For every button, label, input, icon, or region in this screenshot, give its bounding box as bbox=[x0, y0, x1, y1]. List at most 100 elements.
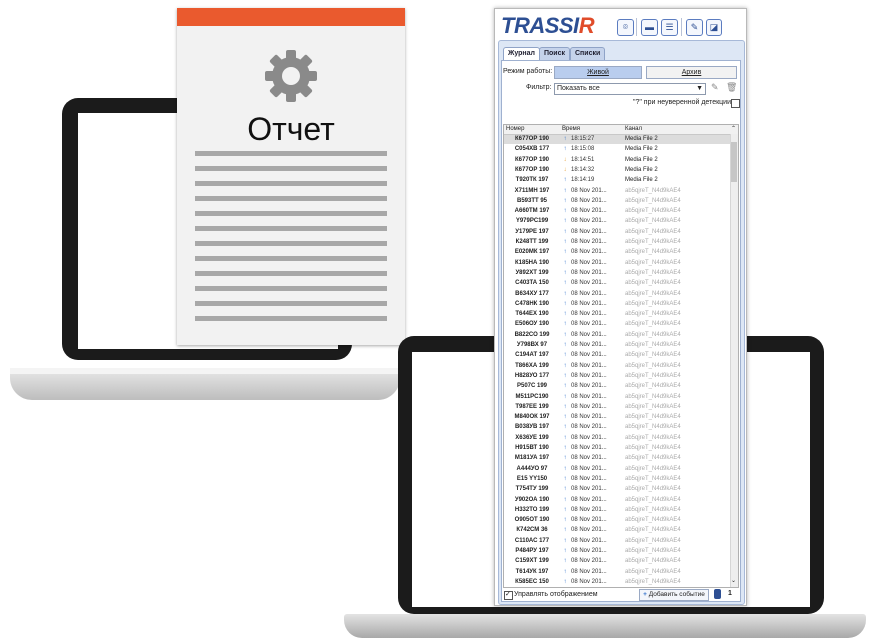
table-row[interactable]: Т920ТК 197 ↑ 18:14:19 Media File 2 bbox=[504, 176, 730, 185]
scroll-down-icon[interactable]: ⌄ bbox=[731, 577, 736, 584]
add-event-button[interactable]: + Добавить событие bbox=[639, 589, 709, 601]
scrollbar[interactable] bbox=[730, 134, 738, 587]
table-row[interactable]: К585ЕС 150 ↑ 08 Nov 201... ab5qjreT_N4d9kAE… bbox=[504, 578, 730, 587]
table-row[interactable]: В593ТТ 95 ↑ 08 Nov 201... ab5qjreT_N4d9kAE4 bbox=[504, 197, 730, 206]
database-icon[interactable] bbox=[714, 589, 721, 599]
scroll-up-icon[interactable]: ⌃ bbox=[731, 125, 736, 134]
table-row[interactable]: У798ВХ 97 ↑ 08 Nov 201... ab5qjreT_N4d9kAE4 bbox=[504, 341, 730, 350]
wand-icon[interactable]: ✎ bbox=[686, 19, 703, 36]
table-row[interactable]: С054ХВ 177 ↑ 18:15:08 Media File 2 bbox=[504, 145, 730, 154]
table-row[interactable]: А444УО 97 ↑ 08 Nov 201... ab5qjreT_N4d9kAE4 bbox=[504, 465, 730, 474]
trash-icon[interactable]: 🗑 bbox=[726, 82, 737, 93]
table-row[interactable]: С194АТ 197 ↑ 08 Nov 201... ab5qjreT_N4d9kAE… bbox=[504, 351, 730, 360]
table-row[interactable]: К742СМ 36 ↑ 08 Nov 201... ab5qjreT_N4d9kAE4 bbox=[504, 526, 730, 535]
list-icon[interactable]: ☰ bbox=[661, 19, 678, 36]
add-event-label: Добавить событие bbox=[648, 591, 705, 598]
table-row[interactable]: О905ОТ 190 ↑ 08 Nov 201... ab5qjreT_N4d9kAE… bbox=[504, 516, 730, 525]
table-row[interactable]: Р484РУ 197 ↑ 08 Nov 201... ab5qjreT_N4d9kAE… bbox=[504, 547, 730, 556]
table-row[interactable]: Y979PC199 ↑ 08 Nov 201... ab5qjreT_N4d9kAE4 bbox=[504, 217, 730, 226]
layout-icon[interactable]: ◪ bbox=[706, 19, 722, 36]
plate-number: Х636УЕ 199 bbox=[515, 434, 549, 441]
tab-journal[interactable]: Журнал bbox=[503, 47, 540, 60]
plate-number: В593ТТ 95 bbox=[516, 197, 547, 204]
table-row[interactable]: У179РЕ 197 ↑ 08 Nov 201... ab5qjreT_N4d9kAE… bbox=[504, 228, 730, 237]
trassir-window: TRASSIR ⌾ ▬ ☰ ✎ ◪ Журнал Поиск Списки Ре… bbox=[494, 8, 747, 606]
manage-display-checkbox[interactable]: ✓ bbox=[504, 591, 513, 600]
arrow-up-icon: ↑ bbox=[563, 311, 567, 318]
table-row[interactable]: Т754ТУ 199 ↑ 08 Nov 201... ab5qjreT_N4d9kAE… bbox=[504, 485, 730, 494]
table-row[interactable]: С159ХТ 199 ↑ 08 Nov 201... ab5qjreT_N4d9kAE… bbox=[504, 557, 730, 566]
arrow-up-icon: ↑ bbox=[563, 578, 567, 585]
plate-number: С054ХВ 177 bbox=[514, 146, 550, 153]
event-time: 08 Nov 201... bbox=[571, 506, 607, 513]
table-row[interactable]: Т866ХА 199 ↑ 08 Nov 201... ab5qjreT_N4d9kAE… bbox=[504, 362, 730, 371]
event-time: 08 Nov 201... bbox=[571, 331, 607, 338]
event-time: 08 Nov 201... bbox=[571, 218, 607, 225]
edit-icon[interactable]: ✎ bbox=[711, 82, 719, 93]
column-time[interactable]: Время bbox=[562, 125, 580, 134]
table-row[interactable]: К677ОР 190 ↓ 18:14:51 Media File 2 bbox=[504, 156, 730, 165]
uncertain-detection-checkbox[interactable] bbox=[731, 99, 740, 108]
arrow-up-icon: ↑ bbox=[563, 486, 567, 493]
table-row[interactable]: С403ТА 150 ↑ 08 Nov 201... ab5qjreT_N4d9kAE… bbox=[504, 279, 730, 288]
table-row[interactable]: Е506ОУ 190 ↑ 08 Nov 201... ab5qjreT_N4d9kAE… bbox=[504, 320, 730, 329]
table-row[interactable]: Н332ТО 199 ↑ 08 Nov 201... ab5qjreT_N4d9kAE… bbox=[504, 506, 730, 515]
table-row[interactable]: М840ОК 197 ↑ 08 Nov 201... ab5qjreT_N4d9kAE… bbox=[504, 413, 730, 422]
table-row[interactable]: В038УВ 197 ↑ 08 Nov 201... ab5qjreT_N4d9kAE… bbox=[504, 423, 730, 432]
event-time: 18:14:32 bbox=[571, 166, 595, 173]
tab-search[interactable]: Поиск bbox=[539, 47, 571, 60]
event-time: 08 Nov 201... bbox=[571, 486, 607, 493]
table-row[interactable]: Т614УК 197 ↑ 08 Nov 201... ab5qjreT_N4d9kAE… bbox=[504, 568, 730, 577]
event-channel: ab5qjreT_N4d9kAE4 bbox=[625, 496, 681, 503]
table-row[interactable]: Х711МН 197 ↑ 08 Nov 201... ab5qjreT_N4d9kAE… bbox=[504, 187, 730, 196]
table-row[interactable]: Р507С 199 ↑ 08 Nov 201... ab5qjreT_N4d9kAE4 bbox=[504, 382, 730, 391]
table-row[interactable]: К185НА 190 ↑ 08 Nov 201... ab5qjreT_N4d9kAE… bbox=[504, 259, 730, 268]
column-number[interactable]: Номер bbox=[506, 125, 524, 134]
event-channel: ab5qjreT_N4d9kAE4 bbox=[625, 259, 681, 266]
arrow-up-icon: ↑ bbox=[563, 403, 567, 410]
table-row[interactable]: Т644ЕХ 190 ↑ 08 Nov 201... ab5qjreT_N4d9kAE… bbox=[504, 310, 730, 319]
table-row[interactable]: Е020МК 197 ↑ 08 Nov 201... ab5qjreT_N4d9kAE… bbox=[504, 248, 730, 257]
arrow-up-icon: ↑ bbox=[563, 434, 567, 441]
table-row[interactable]: Н828УО 177 ↑ 08 Nov 201... ab5qjreT_N4d9kAE… bbox=[504, 372, 730, 381]
table-row[interactable]: E15 YY150 ↑ 08 Nov 201... ab5qjreT_N4d9kAE4 bbox=[504, 475, 730, 484]
filter-select[interactable]: Показать все ▼ bbox=[554, 83, 706, 95]
event-channel: ab5qjreT_N4d9kAE4 bbox=[625, 228, 681, 235]
toolbar-separator bbox=[636, 18, 637, 36]
event-channel: Media File 2 bbox=[625, 166, 658, 173]
table-row[interactable]: Х636УЕ 199 ↑ 08 Nov 201... ab5qjreT_N4d9kAE… bbox=[504, 434, 730, 443]
event-channel: ab5qjreT_N4d9kAE4 bbox=[625, 486, 681, 493]
table-row[interactable]: А660ТМ 197 ↑ 08 Nov 201... ab5qjreT_N4d9kAE… bbox=[504, 207, 730, 216]
event-channel: ab5qjreT_N4d9kAE4 bbox=[625, 403, 681, 410]
table-row[interactable]: У892ХТ 199 ↑ 08 Nov 201... ab5qjreT_N4d9kAE… bbox=[504, 269, 730, 278]
table-row[interactable]: У902ОА 190 ↑ 08 Nov 201... ab5qjreT_N4d9kAE… bbox=[504, 496, 730, 505]
event-time: 08 Nov 201... bbox=[571, 311, 607, 318]
chat-icon[interactable]: ▬ bbox=[641, 19, 658, 36]
table-row[interactable]: В822СО 199 ↑ 08 Nov 201... ab5qjreT_N4d9kAE… bbox=[504, 331, 730, 340]
table-row[interactable]: С478НК 190 ↑ 08 Nov 201... ab5qjreT_N4d9kAE… bbox=[504, 300, 730, 309]
event-channel: ab5qjreT_N4d9kAE4 bbox=[625, 465, 681, 472]
event-channel: Media File 2 bbox=[625, 177, 658, 184]
live-mode-button[interactable]: Живой bbox=[554, 66, 642, 79]
table-row[interactable]: К677ОР 190 ↓ 18:14:32 Media File 2 bbox=[504, 166, 730, 175]
table-row[interactable]: М181УА 197 ↑ 08 Nov 201... ab5qjreT_N4d9kAE… bbox=[504, 454, 730, 463]
arrow-up-icon: ↑ bbox=[563, 414, 567, 421]
arrow-up-icon: ↑ bbox=[563, 259, 567, 266]
video-icon[interactable]: ⌾ bbox=[617, 19, 634, 36]
table-row[interactable]: С110АС 177 ↑ 08 Nov 201... ab5qjreT_N4d9kAE… bbox=[504, 537, 730, 546]
event-channel: Media File 2 bbox=[625, 136, 658, 142]
table-row[interactable]: M511PC190 ↑ 08 Nov 201... ab5qjreT_N4d9kAE4 bbox=[504, 393, 730, 402]
scrollbar-thumb[interactable] bbox=[731, 142, 737, 182]
event-channel: ab5qjreT_N4d9kAE4 bbox=[625, 239, 681, 245]
plate-number: Y979PC199 bbox=[515, 218, 549, 225]
table-row[interactable]: В634ХУ 177 ↑ 08 Nov 201... ab5qjreT_N4d9kAE… bbox=[504, 290, 730, 299]
event-count: 1 bbox=[728, 590, 732, 597]
table-row[interactable]: Т987ЕЕ 199 ↑ 08 Nov 201... ab5qjreT_N4d9kAE… bbox=[504, 403, 730, 412]
table-row[interactable]: К248ТТ 199 ↑ 08 Nov 201... ab5qjreT_N4d9kAE… bbox=[504, 238, 730, 247]
event-channel: ab5qjreT_N4d9kAE4 bbox=[625, 537, 681, 544]
table-row[interactable]: Н915ВТ 190 ↑ 08 Nov 201... ab5qjreT_N4d9kAE… bbox=[504, 444, 730, 453]
tab-lists[interactable]: Списки bbox=[570, 47, 606, 60]
table-row[interactable]: К677ОР 190 ↑ 18:15:27 Media File 2 bbox=[504, 135, 730, 144]
column-channel[interactable]: Канал bbox=[625, 125, 642, 134]
archive-mode-button[interactable]: Архив bbox=[646, 66, 737, 79]
